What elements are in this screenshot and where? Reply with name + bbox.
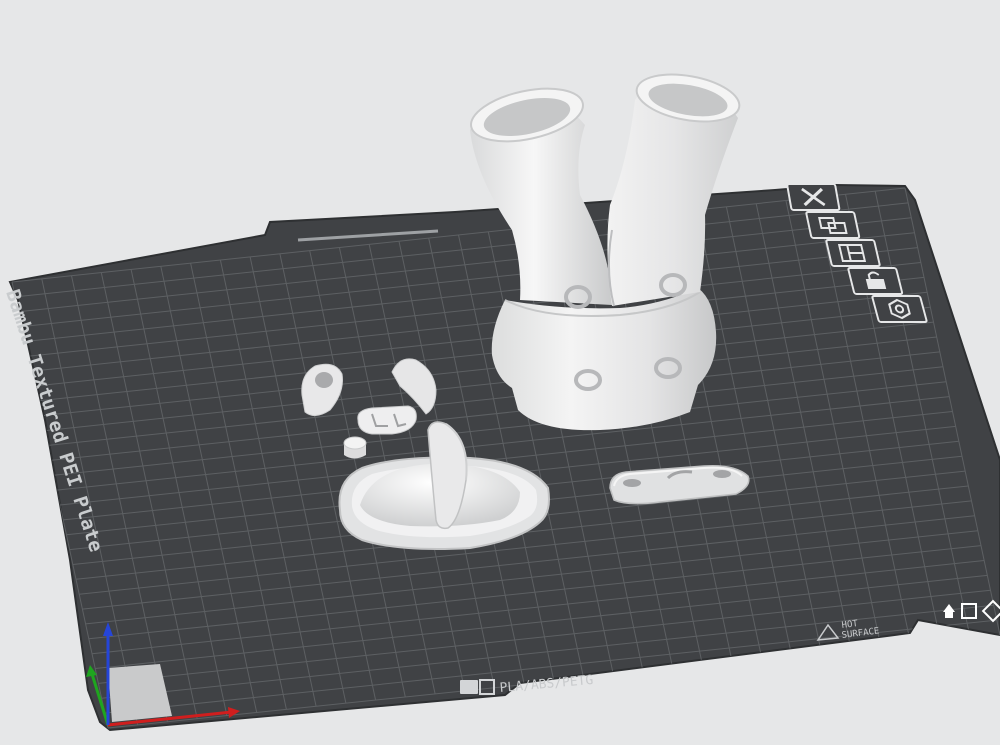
plate-logo-icon [460, 680, 478, 694]
lock-icon[interactable] [847, 267, 904, 295]
arrange-icon[interactable] [805, 211, 861, 239]
home-icon-base [945, 612, 953, 618]
model-clip[interactable] [357, 405, 417, 435]
delete-x-icon[interactable] [786, 183, 841, 211]
model-peg[interactable] [343, 436, 367, 459]
plate-layout-icon[interactable] [825, 239, 881, 267]
settings-nut-icon[interactable] [871, 295, 928, 323]
3d-viewport[interactable]: Bambu Textured PEI Plate PLA/ABS/PETG HO… [0, 0, 1000, 745]
